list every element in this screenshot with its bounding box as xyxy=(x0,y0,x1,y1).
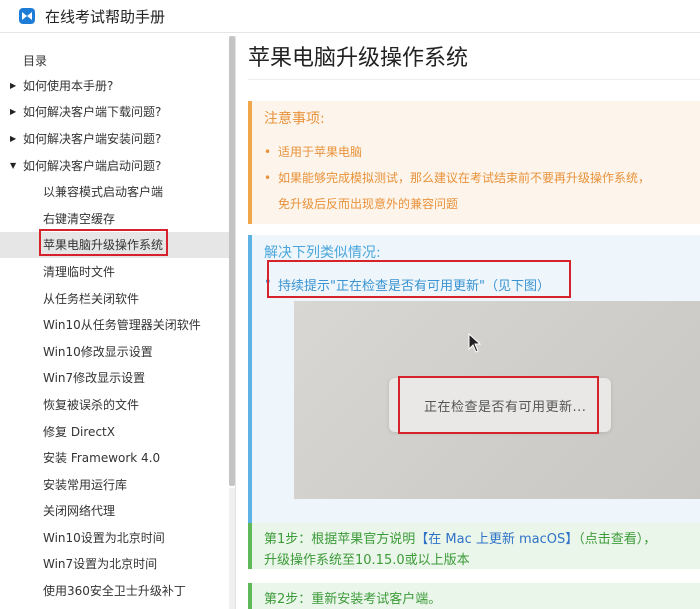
step-1-prefix: 第1步：根据苹果官方说明 xyxy=(264,532,416,547)
dialog-highlight-box xyxy=(398,376,599,434)
title-bar: 在线考试帮助手册 xyxy=(0,0,700,33)
toc-page-item[interactable]: Win7修改显示设置 xyxy=(0,365,230,392)
toc-page-item[interactable]: 安装 Framework 4.0 xyxy=(0,444,230,471)
toc-item-label: 如何使用本手册? xyxy=(23,78,114,93)
toc-item-label: 右键清空缓存 xyxy=(43,211,116,226)
toc-item-label: 安装 Framework 4.0 xyxy=(43,451,161,466)
toc-folder-item[interactable]: ▼ 如何解决客户端启动问题? xyxy=(0,152,230,179)
toc-item-label: 如何解决客户端安装问题? xyxy=(23,131,162,146)
caret-down-icon[interactable]: ▼ xyxy=(10,161,23,170)
mouse-cursor-icon xyxy=(468,333,482,353)
solve-callout: 解决下列类似情况: 持续提示"正在检查是否有可用更新"（见下图） 正在检查是否有… xyxy=(248,235,700,523)
solve-item-highlight-box xyxy=(267,260,571,298)
app-title: 在线考试帮助手册 xyxy=(45,7,166,26)
toc-item-label: 如何解决客户端启动问题? xyxy=(23,158,162,173)
title-divider xyxy=(248,79,700,80)
toc-item-label: 清理临时文件 xyxy=(43,264,116,279)
solve-heading: 解决下列类似情况: xyxy=(264,245,381,261)
toc-page-item[interactable]: Win10设置为北京时间 xyxy=(0,524,230,551)
toc-item-label: Win7设置为北京时间 xyxy=(43,557,158,572)
toc-item-label: Win10设置为北京时间 xyxy=(43,530,165,545)
toc-tree: ▶ 如何使用本手册? ▶ 如何解决客户端下载问题? ▶ 如何解决客户端安装问题? ▼ 如何解决… xyxy=(0,72,230,604)
toc-item-label: Win7修改显示设置 xyxy=(43,371,146,386)
toc-page-item[interactable]: Win7设置为北京时间 xyxy=(0,551,230,578)
notice-item: 如果能够完成模拟测试，那么建议在考试结束前不要再升级操作系统， xyxy=(264,165,700,191)
sidebar-scrollbar-track[interactable] xyxy=(229,488,235,609)
toc-folder-item[interactable]: ▶ 如何解决客户端下载问题? xyxy=(0,99,230,126)
main-content: 苹果电脑升级操作系统 注意事项: 适用于苹果电脑 如果能够完成模拟测试，那么建议… xyxy=(236,33,700,609)
toc-item-label: Win10修改显示设置 xyxy=(43,344,153,359)
notice-item-continuation: 免升级后反而出现意外的兼容问题 xyxy=(278,197,459,211)
caret-right-icon[interactable]: ▶ xyxy=(10,107,23,116)
toc-page-item[interactable]: 使用360安全卫士升级补丁 xyxy=(0,577,230,604)
page-title: 苹果电脑升级操作系统 xyxy=(248,46,469,71)
sidebar-toc: 目录 ▶ 如何使用本手册? ▶ 如何解决客户端下载问题? ▶ 如何解决客户端安装问题? ▼ 如… xyxy=(0,36,236,609)
toc-folder-item[interactable]: ▶ 如何解决客户端安装问题? xyxy=(0,125,230,152)
step-2-text: 第2步：重新安装考试客户端。 xyxy=(264,592,442,607)
toc-page-item[interactable]: 右键清空缓存 xyxy=(0,205,230,232)
notice-item: 适用于苹果电脑 xyxy=(264,139,700,165)
toc-page-item[interactable]: 恢复被误杀的文件 xyxy=(0,391,230,418)
toc-item-label: 使用360安全卫士升级补丁 xyxy=(43,584,186,599)
step-1-suffix: （点击查看）， xyxy=(578,532,657,547)
toc-item-label: 关闭网络代理 xyxy=(43,504,116,519)
sidebar-scrollbar-thumb[interactable] xyxy=(229,36,235,486)
step-2-callout: 第2步：重新安装考试客户端。 xyxy=(248,583,700,609)
caret-right-icon[interactable]: ▶ xyxy=(10,81,23,90)
toc-page-item[interactable]: 清理临时文件 xyxy=(0,258,230,285)
macos-update-link[interactable]: 【在 Mac 上更新 macOS】 xyxy=(415,532,578,547)
toc-page-item[interactable]: Win10从任务管理器关闭软件 xyxy=(0,311,230,338)
toc-page-item[interactable]: Win10修改显示设置 xyxy=(0,338,230,365)
toc-item-label: 恢复被误杀的文件 xyxy=(43,397,140,412)
caret-right-icon[interactable]: ▶ xyxy=(10,134,23,143)
toc-item-label: 修复 DirectX xyxy=(43,424,115,439)
selected-item-highlight-box xyxy=(39,229,168,256)
step-1-line-1: 第1步：根据苹果官方说明【在 Mac 上更新 macOS】（点击查看）， xyxy=(264,528,656,547)
toc-page-item[interactable]: 从任务栏关闭软件 xyxy=(0,285,230,312)
toc-folder-item[interactable]: ▶ 如何使用本手册? xyxy=(0,72,230,99)
toc-item-label: 从任务栏关闭软件 xyxy=(43,291,140,306)
toc-item-label: Win10从任务管理器关闭软件 xyxy=(43,318,201,333)
toc-item-label: 以兼容模式启动客户端 xyxy=(43,185,164,200)
toc-item-label: 如何解决客户端下载问题? xyxy=(23,105,162,120)
toc-page-item[interactable]: 安装常用运行库 xyxy=(0,471,230,498)
step-1-line-2: 升级操作系统至10.15.0或以上版本 xyxy=(264,553,470,568)
toc-page-item[interactable]: 关闭网络代理 xyxy=(0,498,230,525)
toc-page-item[interactable]: 修复 DirectX xyxy=(0,418,230,445)
example-screenshot: 正在检查是否有可用更新... xyxy=(294,301,700,499)
step-1-callout: 第1步：根据苹果官方说明【在 Mac 上更新 macOS】（点击查看）， 升级操… xyxy=(248,523,700,569)
toc-page-item[interactable]: 以兼容模式启动客户端 xyxy=(0,178,230,205)
notice-list: 适用于苹果电脑 如果能够完成模拟测试，那么建议在考试结束前不要再升级操作系统， xyxy=(264,139,700,191)
toc-title: 目录 xyxy=(23,54,48,68)
app-logo-icon xyxy=(19,8,35,24)
toc-item-label: 安装常用运行库 xyxy=(43,477,128,492)
notice-heading: 注意事项: xyxy=(264,111,325,127)
notice-callout: 注意事项: 适用于苹果电脑 如果能够完成模拟测试，那么建议在考试结束前不要再升级… xyxy=(248,101,700,224)
